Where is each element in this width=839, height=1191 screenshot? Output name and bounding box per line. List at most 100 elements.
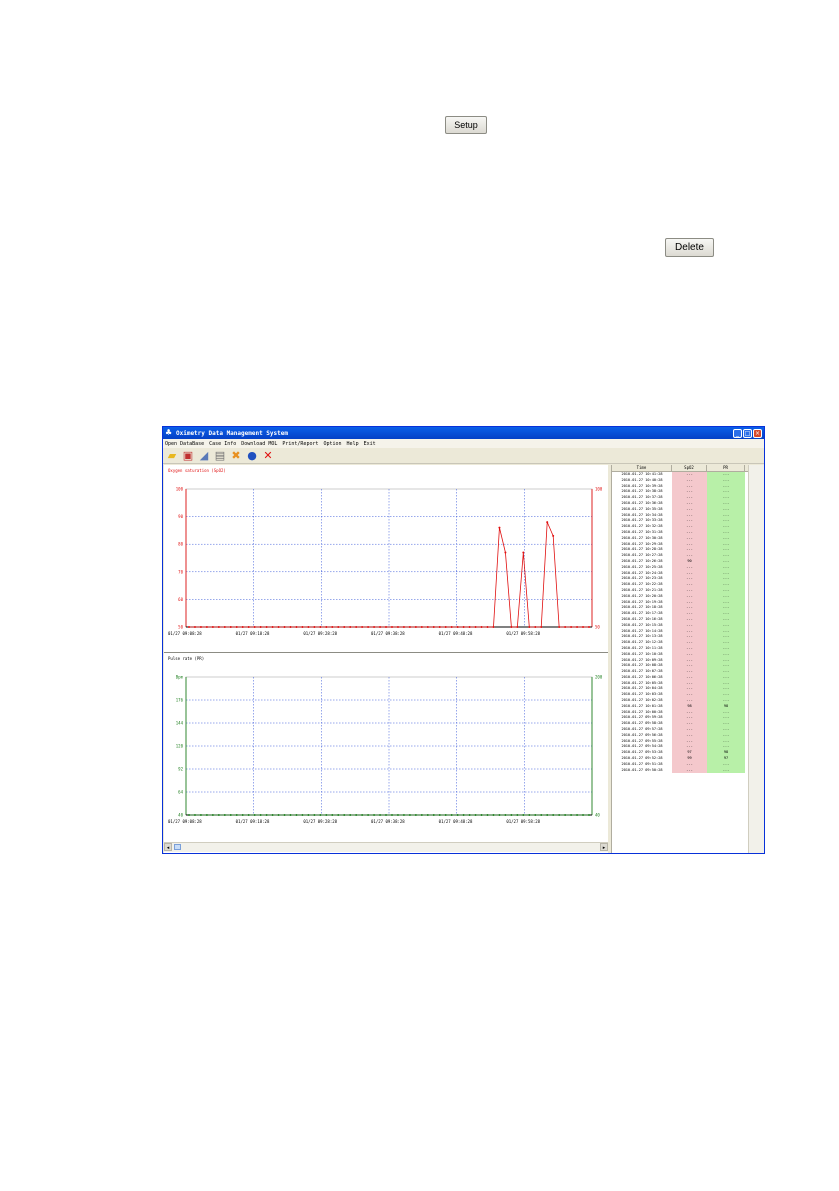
data-point bbox=[199, 626, 202, 628]
data-point bbox=[462, 626, 465, 628]
data-point bbox=[259, 626, 262, 628]
data-point bbox=[510, 626, 513, 628]
data-point bbox=[211, 626, 214, 628]
data-point bbox=[217, 814, 220, 816]
data-point bbox=[402, 626, 405, 628]
data-point bbox=[474, 626, 477, 628]
data-point bbox=[408, 814, 411, 816]
menu-print-report[interactable]: Print/Report bbox=[282, 441, 318, 447]
print-icon[interactable]: ▤ bbox=[214, 449, 226, 462]
y-tick-label: 64 bbox=[178, 790, 183, 795]
data-point bbox=[498, 526, 501, 529]
exit-icon[interactable]: ✕ bbox=[262, 449, 274, 462]
data-point bbox=[588, 626, 590, 628]
data-point bbox=[546, 521, 549, 524]
menu-download[interactable]: Download MOL bbox=[241, 441, 277, 447]
data-point bbox=[546, 814, 549, 816]
data-point bbox=[385, 814, 388, 816]
data-point bbox=[444, 626, 447, 628]
data-point bbox=[205, 626, 208, 628]
help-icon[interactable]: ● bbox=[246, 449, 258, 462]
data-point bbox=[480, 626, 483, 628]
data-point bbox=[564, 626, 567, 628]
download-icon[interactable]: ◢ bbox=[198, 449, 210, 462]
scroll-left-icon[interactable]: ◂ bbox=[164, 843, 172, 851]
data-point bbox=[229, 814, 232, 816]
header-spo2[interactable]: SpO2 bbox=[672, 465, 707, 471]
toolbar: ▰ ▣ ◢ ▤ ✖ ● ✕ bbox=[163, 448, 764, 464]
x-tick-label: 01/27 09:38:28 bbox=[371, 631, 405, 636]
scroll-right-icon[interactable]: ▸ bbox=[600, 843, 608, 851]
data-point bbox=[289, 626, 292, 628]
data-point bbox=[420, 626, 423, 628]
data-point bbox=[331, 814, 334, 816]
menu-option[interactable]: Option bbox=[323, 441, 341, 447]
data-point bbox=[373, 814, 376, 816]
open-folder-icon[interactable]: ▰ bbox=[166, 449, 178, 462]
vertical-scrollbar[interactable] bbox=[748, 465, 764, 853]
data-point bbox=[534, 814, 537, 816]
y-tick-label: Bpm bbox=[176, 675, 184, 680]
header-pr[interactable]: PR bbox=[707, 465, 745, 471]
data-point bbox=[283, 626, 286, 628]
setup-button[interactable]: Setup bbox=[445, 116, 487, 134]
data-point bbox=[343, 626, 346, 628]
delete-button[interactable]: Delete bbox=[665, 238, 714, 257]
y-tick-label: 40 bbox=[178, 813, 183, 818]
y-tick-label: 100 bbox=[176, 487, 184, 492]
y-tick-label: 144 bbox=[176, 721, 184, 726]
data-point bbox=[265, 814, 268, 816]
data-point bbox=[373, 626, 376, 628]
data-point bbox=[211, 814, 214, 816]
data-point bbox=[188, 814, 190, 816]
title-bar: ♣ Oximetry Data Management System _ □ × bbox=[163, 427, 764, 439]
pr-chart-title: Pulse rate (PR) bbox=[168, 656, 205, 661]
table-header: Time SpO2 PR bbox=[612, 465, 764, 472]
data-point bbox=[456, 626, 459, 628]
data-point bbox=[558, 626, 561, 628]
minimize-button[interactable]: _ bbox=[733, 428, 742, 438]
data-point bbox=[223, 814, 226, 816]
close-button[interactable]: × bbox=[753, 428, 762, 438]
window-title: Oximetry Data Management System bbox=[176, 429, 288, 437]
data-point bbox=[355, 814, 358, 816]
data-point bbox=[349, 814, 352, 816]
data-point bbox=[241, 814, 244, 816]
header-time[interactable]: Time bbox=[612, 465, 672, 471]
case-info-icon[interactable]: ▣ bbox=[182, 449, 194, 462]
y2-tick-label: 100 bbox=[595, 487, 603, 492]
data-point bbox=[498, 814, 501, 816]
data-point bbox=[486, 814, 489, 816]
cell-spo2: --- bbox=[672, 767, 707, 774]
data-point bbox=[414, 626, 417, 628]
data-point bbox=[576, 814, 579, 816]
y2-tick-label: 40 bbox=[595, 813, 600, 818]
maximize-button[interactable]: □ bbox=[743, 428, 752, 438]
menu-case-info[interactable]: Case Info bbox=[209, 441, 236, 447]
data-point bbox=[444, 814, 447, 816]
horizontal-scrollbar[interactable]: ◂ ▸ bbox=[164, 842, 608, 852]
data-point bbox=[510, 814, 513, 816]
x-tick-label: 01/27 09:28:28 bbox=[303, 631, 337, 636]
y-tick-label: 120 bbox=[176, 744, 184, 749]
data-point bbox=[319, 814, 322, 816]
data-point bbox=[259, 814, 262, 816]
data-point bbox=[492, 626, 495, 628]
table-row[interactable]: 2010-01-27 09:50:28 --- --- bbox=[612, 767, 764, 774]
scroll-thumb[interactable] bbox=[174, 844, 181, 850]
menu-help[interactable]: Help bbox=[347, 441, 359, 447]
data-point bbox=[540, 626, 543, 628]
data-point bbox=[486, 626, 489, 628]
data-point bbox=[588, 814, 590, 816]
data-point bbox=[307, 814, 310, 816]
x-tick-label: 01/27 09:58:28 bbox=[506, 631, 540, 636]
y-tick-label: 70 bbox=[178, 569, 183, 574]
menu-open-database[interactable]: Open DataBase bbox=[165, 441, 204, 447]
menu-exit[interactable]: Exit bbox=[364, 441, 376, 447]
app-window: ♣ Oximetry Data Management System _ □ × … bbox=[162, 426, 765, 854]
data-point bbox=[367, 626, 370, 628]
data-point bbox=[390, 626, 393, 628]
data-point bbox=[205, 814, 208, 816]
option-tools-icon[interactable]: ✖ bbox=[230, 449, 242, 462]
data-point bbox=[295, 626, 298, 628]
